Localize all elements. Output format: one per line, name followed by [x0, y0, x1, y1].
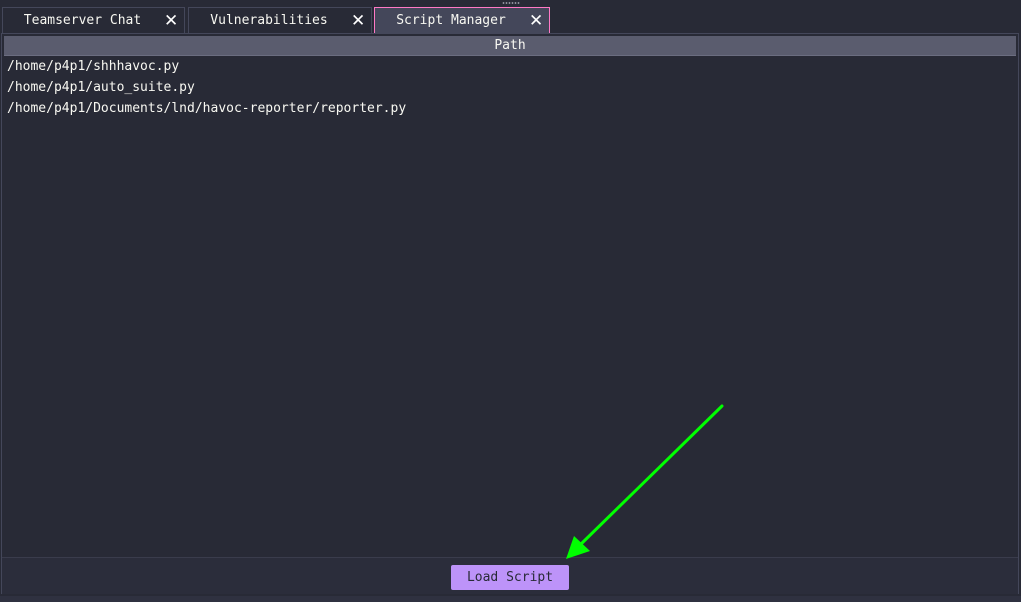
load-script-button[interactable]: Load Script — [451, 565, 569, 590]
tab-vulnerabilities[interactable]: Vulnerabilities ✕ — [188, 7, 372, 33]
script-list[interactable]: /home/p4p1/shhhavoc.py /home/p4p1/auto_s… — [4, 56, 1016, 557]
close-icon[interactable]: ✕ — [164, 8, 178, 34]
action-bar: Load Script — [2, 557, 1018, 594]
drag-handle-icon[interactable] — [502, 2, 520, 4]
table-row[interactable]: /home/p4p1/auto_suite.py — [4, 77, 1016, 98]
tab-label: Vulnerabilities — [210, 13, 328, 28]
tab-script-manager[interactable]: Script Manager ✕ — [374, 7, 550, 33]
close-icon[interactable]: ✕ — [529, 8, 543, 34]
havoc-client-window: Teamserver Chat ✕ Vulnerabilities ✕ Scri… — [0, 0, 1021, 602]
column-header-path[interactable]: Path — [4, 36, 1016, 56]
tab-teamserver-chat[interactable]: Teamserver Chat ✕ — [2, 7, 185, 33]
tab-label: Teamserver Chat — [23, 13, 142, 28]
status-strip — [0, 596, 1021, 602]
script-manager-panel: Path /home/p4p1/shhhavoc.py /home/p4p1/a… — [1, 33, 1019, 594]
close-icon[interactable]: ✕ — [351, 8, 365, 34]
tab-bar: Teamserver Chat ✕ Vulnerabilities ✕ Scri… — [0, 6, 1021, 34]
tab-label: Script Manager — [396, 13, 506, 28]
table-row[interactable]: /home/p4p1/Documents/lnd/havoc-reporter/… — [4, 98, 1016, 119]
table-row[interactable]: /home/p4p1/shhhavoc.py — [4, 56, 1016, 77]
